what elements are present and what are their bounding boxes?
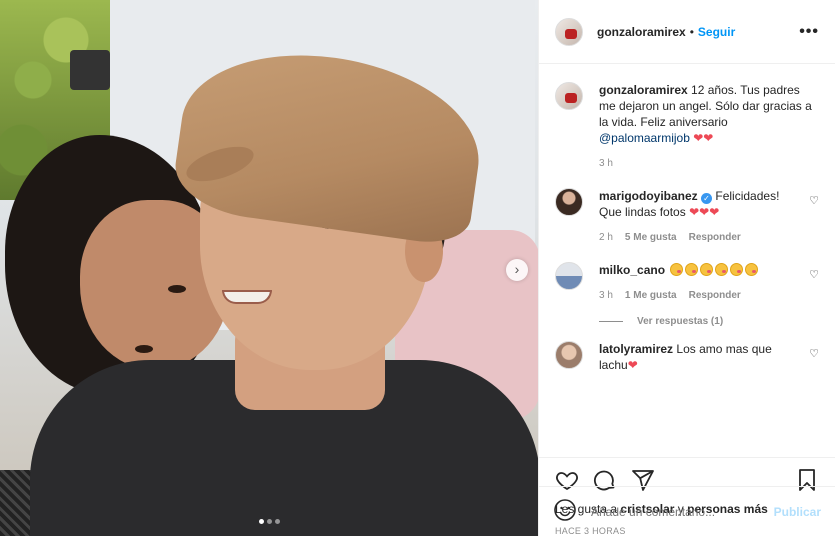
man-smile bbox=[222, 290, 272, 304]
carousel-dot bbox=[258, 519, 264, 524]
carousel-dot bbox=[274, 519, 280, 524]
comment-likes[interactable]: 5 Me gusta bbox=[625, 230, 677, 246]
comment-like-heart-icon[interactable]: ♡ bbox=[809, 347, 819, 360]
emoji-smiley-icon[interactable] bbox=[553, 498, 577, 525]
post-image[interactable]: › bbox=[0, 0, 538, 536]
verified-badge-icon: ✓ bbox=[701, 193, 713, 204]
caption: gonzaloramirex 12 años. Tus padres me de… bbox=[555, 82, 819, 172]
replies-divider bbox=[599, 321, 623, 322]
avatar[interactable] bbox=[555, 262, 583, 290]
avatar[interactable] bbox=[555, 341, 583, 369]
heart-emoji-icon: ❤ bbox=[703, 131, 714, 145]
avatar[interactable] bbox=[555, 82, 583, 110]
view-replies-label: Ver respuestas (1) bbox=[637, 316, 724, 327]
heart-emoji-icon: ❤ bbox=[699, 205, 710, 219]
caption-username[interactable]: gonzaloramirex bbox=[599, 83, 688, 97]
comment-like-heart-icon[interactable]: ♡ bbox=[809, 194, 819, 207]
comment-time[interactable]: 3 h bbox=[599, 288, 613, 304]
carousel-dot bbox=[266, 519, 272, 524]
comment-username[interactable]: latolyramirez bbox=[599, 342, 673, 356]
comment-username[interactable]: marigodoyibanez bbox=[599, 189, 698, 203]
header-username[interactable]: gonzaloramirex bbox=[597, 25, 686, 39]
carousel-indicator bbox=[0, 519, 538, 524]
carousel-next-button[interactable]: › bbox=[506, 259, 528, 281]
more-options-icon[interactable]: ••• bbox=[799, 23, 819, 41]
reply-button[interactable]: Responder bbox=[689, 230, 741, 246]
separator-dot: • bbox=[689, 24, 694, 39]
blowing-kiss-emoji-icon bbox=[685, 263, 699, 276]
blowing-kiss-emoji-icon bbox=[700, 263, 714, 276]
woman-eye bbox=[168, 285, 186, 293]
comment-item: latolyramirez Los amo mas que lachu❤ ♡ bbox=[555, 341, 819, 373]
heart-emoji-icon: ❤ bbox=[689, 205, 700, 219]
blowing-kiss-emoji-icon bbox=[715, 263, 729, 276]
caption-mention[interactable]: @palomaarmijob bbox=[599, 131, 690, 145]
blowing-kiss-emoji-icon bbox=[730, 263, 744, 276]
avatar[interactable] bbox=[555, 188, 583, 216]
follow-button[interactable]: Seguir bbox=[698, 25, 735, 39]
post-comment-button[interactable]: Publicar bbox=[774, 505, 821, 519]
heart-emoji-icon: ❤ bbox=[693, 131, 704, 145]
comments-list[interactable]: gonzaloramirex 12 años. Tus padres me de… bbox=[539, 64, 835, 457]
comment-username[interactable]: milko_cano bbox=[599, 263, 665, 277]
comment-like-heart-icon[interactable]: ♡ bbox=[809, 268, 819, 281]
view-replies-button[interactable]: Ver respuestas (1) bbox=[599, 316, 819, 327]
heart-emoji-icon: ❤ bbox=[627, 358, 638, 372]
woman-eye bbox=[135, 345, 153, 353]
post-header: gonzaloramirex • Seguir ••• bbox=[539, 0, 835, 64]
heart-emoji-icon: ❤ bbox=[709, 205, 720, 219]
comment-time[interactable]: 2 h bbox=[599, 230, 613, 246]
blowing-kiss-emoji-icon bbox=[745, 263, 759, 276]
blowing-kiss-emoji-icon bbox=[670, 263, 684, 276]
post-side-panel: gonzaloramirex • Seguir ••• gonzaloramir… bbox=[538, 0, 835, 536]
background-umbrella bbox=[70, 50, 110, 90]
avatar[interactable] bbox=[555, 17, 583, 46]
caption-time[interactable]: 3 h bbox=[599, 156, 613, 172]
comment-likes[interactable]: 1 Me gusta bbox=[625, 288, 677, 304]
comment-item: marigodoyibanez ✓ Felicidades! Que linda… bbox=[555, 188, 819, 246]
reply-button[interactable]: Responder bbox=[689, 288, 741, 304]
comment-input[interactable] bbox=[591, 504, 774, 519]
comment-item: milko_cano 3 h 1 Me gusta Responder ♡ bbox=[555, 262, 819, 304]
add-comment-bar: Publicar bbox=[539, 486, 835, 536]
